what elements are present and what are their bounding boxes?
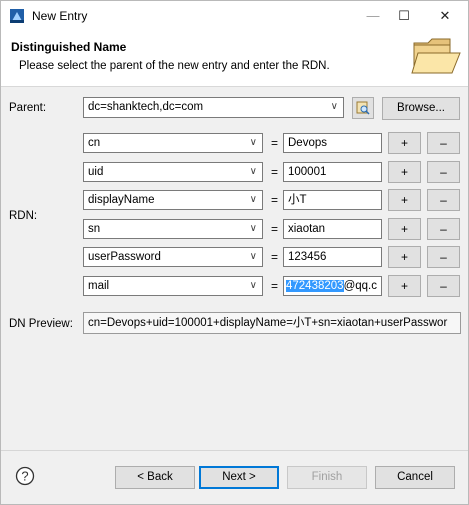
chevron-down-icon: ∨ xyxy=(249,223,257,234)
equals-sign: = xyxy=(271,222,279,236)
rdn-attribute-value: uid xyxy=(88,166,104,178)
rdn-attribute-value: userPassword xyxy=(88,251,161,263)
equals-sign: = xyxy=(271,279,279,293)
add-rdn-button[interactable]: + xyxy=(388,161,421,183)
rdn-attribute-combo[interactable]: sn ∨ xyxy=(83,219,263,239)
equals-sign: = xyxy=(271,193,279,207)
dn-preview-field[interactable]: cn=Devops+uid=100001+displayName=小T+sn=x… xyxy=(83,312,461,334)
parent-history-button[interactable] xyxy=(352,97,374,119)
rdn-attribute-combo[interactable]: cn ∨ xyxy=(83,133,263,153)
rdn-attribute-value: sn xyxy=(88,223,101,235)
parent-label: Parent: xyxy=(9,102,47,114)
banner-title: Distinguished Name xyxy=(11,40,127,54)
parent-value: dc=shanktech,dc=com xyxy=(88,101,204,113)
window-title: New Entry xyxy=(32,9,88,23)
add-rdn-button[interactable]: + xyxy=(388,132,421,154)
remove-rdn-button[interactable]: – xyxy=(427,246,460,268)
rdn-label: RDN: xyxy=(9,210,38,222)
app-icon xyxy=(10,9,24,23)
unselected-text: @qq.c xyxy=(343,280,377,292)
add-rdn-button[interactable]: + xyxy=(388,246,421,268)
remove-rdn-button[interactable]: – xyxy=(427,132,460,154)
add-rdn-button[interactable]: + xyxy=(388,189,421,211)
chevron-down-icon: ∨ xyxy=(249,251,257,262)
equals-sign: = xyxy=(271,136,279,150)
footer-divider xyxy=(1,450,468,451)
new-entry-dialog: New Entry — ☐ ✕ Distinguished Name Pleas… xyxy=(0,0,469,505)
rdn-attribute-combo[interactable]: mail ∨ xyxy=(83,276,263,296)
rdn-value-input[interactable]: 100001 xyxy=(283,162,382,182)
close-button[interactable]: ✕ xyxy=(425,1,465,31)
parent-combo[interactable]: dc=shanktech,dc=com ∨ xyxy=(83,97,344,118)
rdn-attribute-combo[interactable]: userPassword ∨ xyxy=(83,247,263,267)
rdn-attribute-combo[interactable]: displayName ∨ xyxy=(83,190,263,210)
chevron-down-icon: ∨ xyxy=(330,101,338,112)
browse-button[interactable]: Browse... xyxy=(382,97,460,120)
search-entry-icon xyxy=(356,101,370,115)
add-rdn-button[interactable]: + xyxy=(388,218,421,240)
finish-button[interactable]: Finish xyxy=(287,466,367,489)
chevron-down-icon: ∨ xyxy=(249,166,257,177)
rdn-attribute-value: cn xyxy=(88,137,101,149)
cancel-button[interactable]: Cancel xyxy=(375,466,455,489)
remove-rdn-button[interactable]: – xyxy=(427,275,460,297)
equals-sign: = xyxy=(271,250,279,264)
rdn-value-input[interactable]: 123456 xyxy=(283,247,382,267)
banner-description: Please select the parent of the new entr… xyxy=(19,60,330,72)
remove-rdn-button[interactable]: – xyxy=(427,161,460,183)
folder-icon xyxy=(411,38,461,74)
next-button[interactable]: Next > xyxy=(199,466,279,489)
rdn-attribute-combo[interactable]: uid ∨ xyxy=(83,162,263,182)
equals-sign: = xyxy=(271,165,279,179)
help-icon[interactable]: ? xyxy=(15,466,35,486)
wizard-banner: Distinguished Name Please select the par… xyxy=(1,31,468,87)
svg-text:?: ? xyxy=(21,469,28,484)
dn-preview-label: DN Preview: xyxy=(9,318,73,330)
title-bar: New Entry — ☐ ✕ xyxy=(1,1,468,31)
chevron-down-icon: ∨ xyxy=(249,280,257,291)
chevron-down-icon: ∨ xyxy=(249,137,257,148)
chevron-down-icon: ∨ xyxy=(249,194,257,205)
remove-rdn-button[interactable]: – xyxy=(427,218,460,240)
rdn-value-input[interactable]: 小T xyxy=(283,190,382,210)
back-button[interactable]: < Back xyxy=(115,466,195,489)
rdn-value-input[interactable]: Devops xyxy=(283,133,382,153)
rdn-attribute-value: mail xyxy=(88,280,110,292)
add-rdn-button[interactable]: + xyxy=(388,275,421,297)
rdn-value-input[interactable]: xiaotan xyxy=(283,219,382,239)
selected-text: 472438203 xyxy=(286,280,344,292)
rdn-value-input[interactable]: 472438203@qq.c xyxy=(283,276,382,296)
remove-rdn-button[interactable]: – xyxy=(427,189,460,211)
rdn-attribute-value: displayName xyxy=(88,194,155,206)
maximize-button[interactable]: ☐ xyxy=(384,1,424,31)
